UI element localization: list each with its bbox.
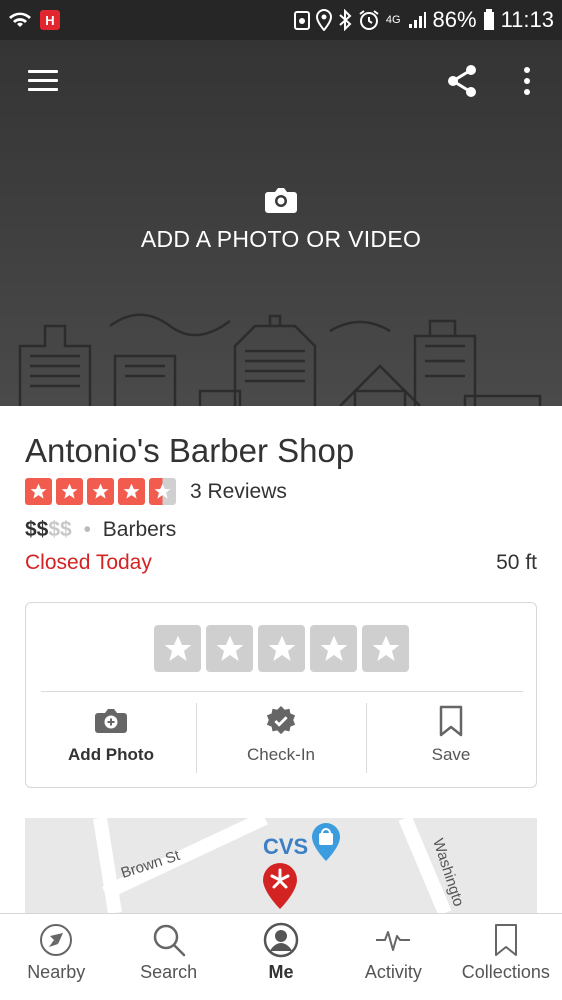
bookmark-icon — [494, 924, 517, 956]
check-in-icon — [266, 705, 296, 735]
network-label: 4G — [385, 14, 401, 26]
wifi-icon — [8, 11, 32, 29]
activity-icon — [376, 931, 411, 951]
nav-search[interactable]: Search — [112, 914, 224, 1000]
battery-percent: 86% — [432, 7, 477, 32]
status-bar: H 4G 86% 11:13 — [0, 0, 562, 40]
business-location-pin-icon — [263, 863, 297, 909]
bottom-navigation: Nearby Search Me Activity Collections — [0, 913, 562, 1000]
check-in-label: Check-In — [246, 745, 316, 764]
skyline-illustration — [18, 313, 542, 406]
status-right: 4G 86% 11:13 — [293, 7, 554, 33]
app-toolbar — [0, 40, 562, 120]
add-photo-video-label: ADD A PHOTO OR VIDEO — [140, 226, 422, 252]
action-row: Add Photo Check-In Save — [26, 703, 536, 773]
rate-star-3[interactable] — [258, 625, 305, 672]
menu-button[interactable] — [28, 70, 58, 92]
nav-activity-label: Activity — [364, 962, 422, 982]
bluetooth-icon — [338, 9, 352, 31]
check-in-button[interactable]: Check-In — [196, 703, 366, 773]
nav-nearby-label: Nearby — [27, 962, 86, 982]
price-level-inactive: $$ — [48, 518, 72, 541]
profile-icon — [263, 922, 299, 958]
review-action-card: Add Photo Check-In Save — [25, 602, 537, 788]
save-label: Save — [431, 745, 471, 764]
save-data-icon — [293, 10, 310, 30]
nav-collections-label: Collections — [461, 962, 550, 982]
hours-status[interactable]: Closed Today — [25, 551, 152, 575]
shopping-bag-pin-icon — [312, 823, 340, 861]
price-level-active: $$ — [25, 518, 49, 541]
separator-dot: • — [83, 518, 91, 541]
more-options-button[interactable] — [516, 66, 538, 96]
camera-icon — [265, 188, 297, 213]
nav-search-label: Search — [140, 962, 198, 982]
card-divider — [41, 691, 523, 692]
share-button[interactable] — [446, 64, 478, 98]
business-name: Antonio's Barber Shop — [25, 432, 355, 469]
nav-collections[interactable]: Collections — [450, 914, 562, 1000]
rating-star-4 — [118, 478, 145, 505]
business-category[interactable]: Barbers — [103, 518, 177, 541]
location-map[interactable]: Brown St CVS Washingto — [25, 818, 537, 913]
nav-activity[interactable]: Activity — [337, 914, 449, 1000]
more-vert-icon — [524, 67, 530, 95]
hotspot-app-icon: H — [40, 10, 60, 30]
add-photo-label: Add Photo — [68, 745, 154, 764]
rating-star-5-half — [149, 478, 176, 505]
add-photo-icon — [95, 709, 127, 733]
rating-star-2 — [56, 478, 83, 505]
rate-star-5[interactable] — [362, 625, 409, 672]
price-category-row: $$$$ • Barbers — [25, 518, 176, 542]
battery-icon — [483, 9, 495, 31]
nav-me[interactable]: Me — [225, 914, 337, 1000]
location-icon — [315, 9, 332, 31]
status-left: H — [8, 10, 60, 30]
bookmark-icon — [439, 705, 463, 737]
clock: 11:13 — [500, 7, 554, 32]
review-count[interactable]: 3 Reviews — [190, 480, 287, 504]
search-icon — [153, 924, 185, 957]
hero-photo-area: ADD A PHOTO OR VIDEO — [0, 40, 562, 406]
distance: 50 ft — [496, 551, 537, 574]
rating-star-1 — [25, 478, 52, 505]
rating-row[interactable]: 3 Reviews — [25, 478, 287, 505]
compass-icon — [40, 924, 73, 956]
rate-star-4[interactable] — [310, 625, 357, 672]
map-store-label: CVS — [263, 834, 309, 859]
alarm-icon — [358, 9, 380, 31]
add-photo-button[interactable]: Add Photo — [26, 703, 196, 773]
nav-nearby[interactable]: Nearby — [0, 914, 112, 1000]
share-icon — [448, 65, 476, 97]
rate-star-2[interactable] — [206, 625, 253, 672]
nav-me-label: Me — [268, 962, 294, 982]
add-photo-video-button[interactable]: ADD A PHOTO OR VIDEO — [0, 186, 562, 253]
write-review-stars — [154, 625, 409, 672]
save-button[interactable]: Save — [366, 703, 536, 773]
rating-star-3 — [87, 478, 114, 505]
rate-star-1[interactable] — [154, 625, 201, 672]
signal-icon — [407, 10, 427, 30]
